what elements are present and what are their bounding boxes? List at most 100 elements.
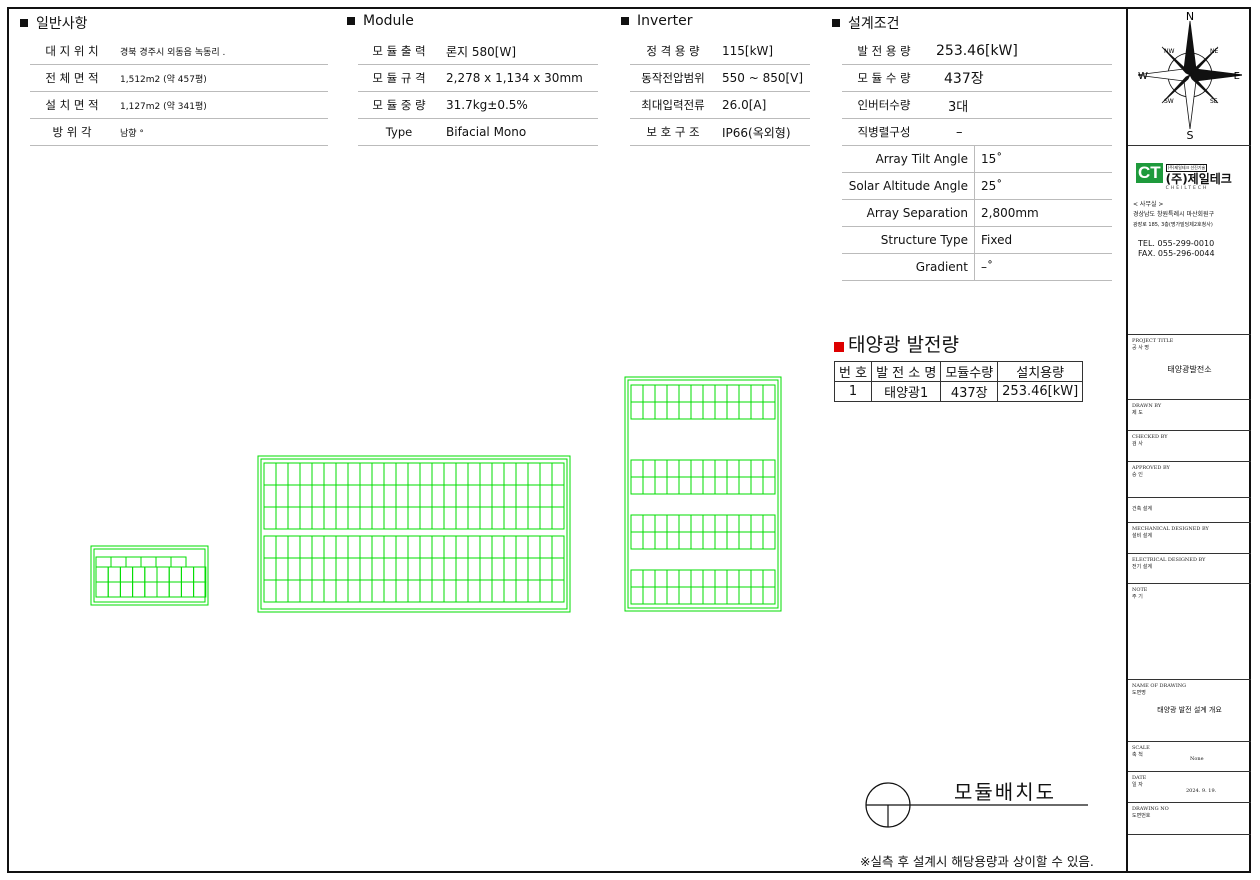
module-panel [738, 459, 752, 478]
module-panel [323, 484, 337, 508]
module-panel [666, 384, 680, 403]
module-panel [359, 462, 373, 486]
module-panel [702, 531, 716, 550]
module-panel [395, 579, 409, 603]
module-panel [551, 506, 565, 530]
module-panel [371, 579, 385, 603]
module-panel [311, 462, 325, 486]
module-panel [714, 476, 728, 495]
project-caption: PROJECT TITLE 공 사 명 [1132, 338, 1174, 351]
module-panel [491, 484, 505, 508]
module-panel [431, 557, 445, 581]
module-panel [738, 384, 752, 403]
module-panel [431, 506, 445, 530]
module-panel [95, 556, 112, 568]
module-panel [762, 514, 776, 533]
module-panel [762, 569, 776, 588]
module-panel [762, 384, 776, 403]
module-panel [323, 557, 337, 581]
module-panel [431, 462, 445, 486]
module-panel [443, 484, 457, 508]
company-logo: CT (주)제일테크 선진기술 (주)제일테크 CHEILTECH [1136, 154, 1232, 191]
module-panel [479, 535, 493, 559]
module-panel [132, 581, 146, 598]
module-panel [132, 566, 146, 583]
module-panel [467, 462, 481, 486]
module-panel [95, 566, 109, 583]
module-panel [395, 557, 409, 581]
compass-w: W [1138, 71, 1148, 82]
module-panel [702, 384, 716, 403]
footnote: ※실측 후 설계시 해당용량과 상이할 수 있음. [860, 854, 1094, 869]
ct-logo-mark: CT [1136, 162, 1163, 183]
module-panel [467, 579, 481, 603]
module-panel [714, 514, 728, 533]
compass-n: N [1186, 10, 1194, 23]
module-panel [407, 557, 421, 581]
module-panel [335, 557, 349, 581]
module-panel [383, 462, 397, 486]
module-panel [311, 484, 325, 508]
compass-e: E [1234, 71, 1240, 82]
module-panel [630, 569, 644, 588]
module-panel [503, 484, 517, 508]
module-panel [539, 579, 553, 603]
module-panel [311, 557, 325, 581]
module-panel [335, 462, 349, 486]
module-panel [666, 569, 680, 588]
module-panel [642, 586, 656, 605]
module-panel [383, 535, 397, 559]
project-name: 태양광발전소 [1167, 365, 1212, 374]
module-panel [690, 586, 704, 605]
module-panel [287, 462, 301, 486]
module-panel [551, 484, 565, 508]
module-panel [654, 514, 668, 533]
module-panel [371, 462, 385, 486]
module-panel [443, 579, 457, 603]
module-panel [395, 535, 409, 559]
module-panel [479, 557, 493, 581]
module-panel [479, 484, 493, 508]
module-panel [323, 506, 337, 530]
module-panel [156, 566, 170, 583]
module-panel [275, 557, 289, 581]
module-panel [180, 581, 195, 598]
module-panel [678, 401, 692, 420]
module-panel [738, 401, 752, 420]
array-medium-inner-frame [260, 458, 568, 610]
module-panel [323, 579, 337, 603]
module-panel [690, 514, 704, 533]
module-panel [311, 579, 325, 603]
module-panel [539, 462, 553, 486]
module-panel [407, 462, 421, 486]
module-panel [263, 557, 277, 581]
module-panel [119, 581, 134, 598]
module-panel [347, 462, 361, 486]
module-panel [419, 535, 433, 559]
date-cell: DATE 일 자 2024. 9. 19. [1128, 771, 1251, 802]
module-panel [654, 476, 668, 495]
module-panel [678, 459, 692, 478]
module-panel [287, 535, 301, 559]
module-panel [642, 459, 656, 478]
module-panel [275, 484, 289, 508]
module-panel [702, 476, 716, 495]
date-value: 2024. 9. 19. [1186, 788, 1217, 794]
module-panel [263, 462, 277, 486]
module-panel [455, 557, 469, 581]
module-panel [642, 401, 656, 420]
module-panel [762, 459, 776, 478]
module-panel [515, 579, 529, 603]
module-panel [527, 557, 541, 581]
drawn-cell: DRAWN BY 제 도 [1128, 399, 1251, 430]
module-panel [702, 586, 716, 605]
module-panel [642, 384, 656, 403]
module-panel [654, 384, 668, 403]
module-panel [491, 579, 505, 603]
compass-ne: NE [1210, 48, 1218, 55]
module-panel [407, 484, 421, 508]
module-panel [666, 514, 680, 533]
module-panel [702, 569, 716, 588]
module-panel [714, 459, 728, 478]
compass-rose-icon: N S E W NE NW SE SW [1138, 10, 1242, 141]
